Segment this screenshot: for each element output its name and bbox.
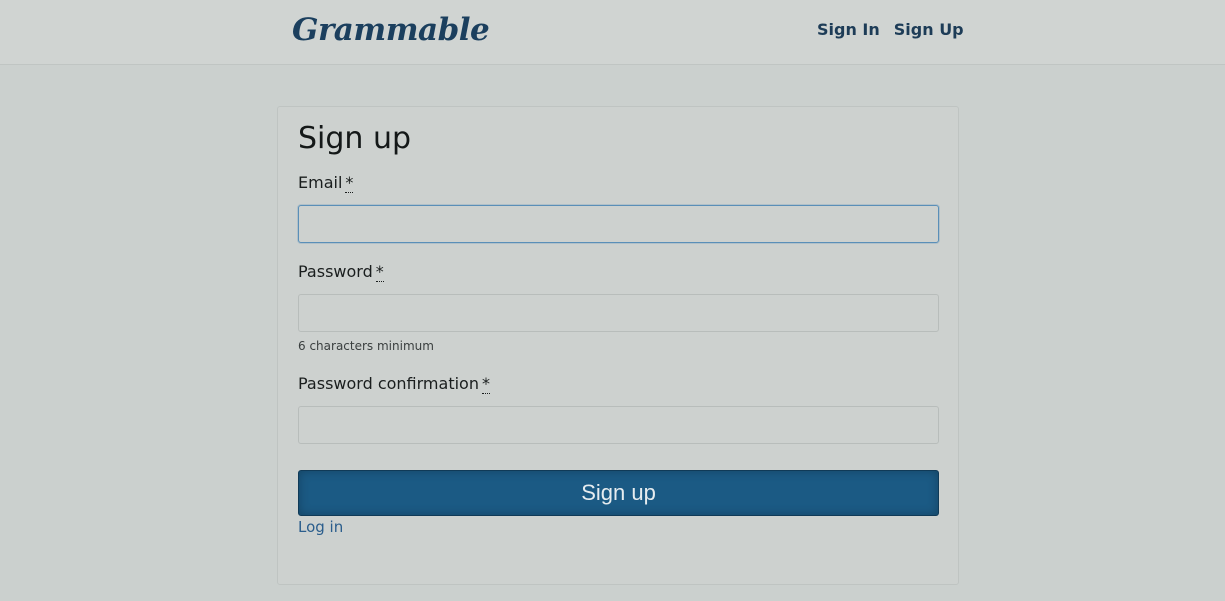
- email-label: Email *: [298, 173, 354, 193]
- required-mark: *: [481, 374, 490, 394]
- password-label: Password *: [298, 262, 384, 282]
- password-field[interactable]: [298, 294, 939, 332]
- password-confirmation-label: Password confirmation *: [298, 374, 490, 394]
- navbar: Grammable Sign In Sign Up: [0, 0, 1225, 65]
- password-confirmation-field[interactable]: [298, 406, 939, 444]
- log-in-link[interactable]: Log in: [298, 518, 343, 536]
- brand-logo[interactable]: Grammable: [292, 12, 490, 48]
- email-field[interactable]: [298, 205, 939, 243]
- password-confirmation-label-text: Password confirmation: [298, 374, 479, 393]
- email-label-text: Email: [298, 173, 343, 192]
- nav-sign-up-link[interactable]: Sign Up: [894, 20, 964, 39]
- required-mark: *: [345, 173, 354, 193]
- page-title: Sign up: [298, 121, 412, 156]
- nav-sign-in-link[interactable]: Sign In: [817, 20, 880, 39]
- password-hint: 6 characters minimum: [298, 339, 434, 353]
- nav-links: Sign In Sign Up: [817, 20, 964, 39]
- sign-up-button[interactable]: Sign up: [298, 470, 939, 516]
- required-mark: *: [375, 262, 384, 282]
- signup-card: Sign up Email * Password * 6 characters mi…: [277, 106, 959, 585]
- password-label-text: Password: [298, 262, 373, 281]
